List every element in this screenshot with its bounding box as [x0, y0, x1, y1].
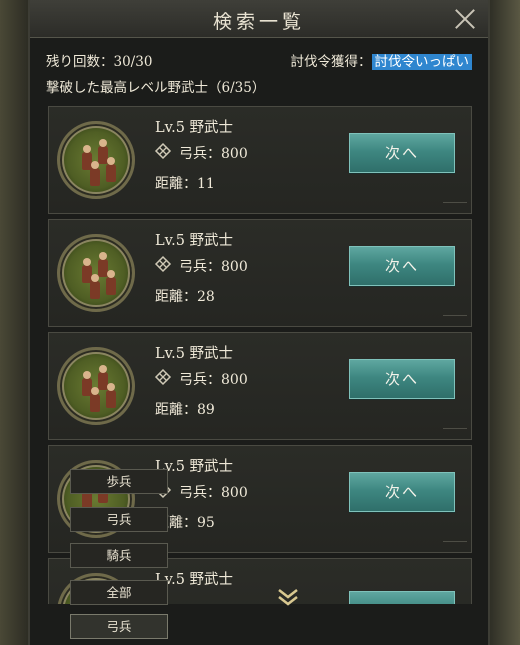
- panel-title: 検索一覧: [212, 11, 305, 33]
- bow-unit-icon: [154, 255, 172, 273]
- remaining-count: 残り回数：30/30: [46, 54, 153, 70]
- enemy-level: Lv.5 野武士: [155, 233, 234, 249]
- list-item: Lv.5 野武士 弓兵：800 距離：11 次へ: [48, 106, 472, 214]
- bandit-avatar: [57, 121, 135, 199]
- best-defeated-level: 撃破した最高レベル野武士（6/35）: [46, 80, 266, 96]
- corner-ornament: [443, 202, 467, 210]
- next-button[interactable]: 次へ: [349, 246, 455, 286]
- bandit-avatar: [57, 347, 135, 425]
- filter-option-archer[interactable]: 弓兵: [70, 507, 168, 532]
- background-left: [0, 0, 28, 645]
- distance: 距離：11: [155, 176, 215, 192]
- corner-ornament: [443, 315, 467, 323]
- next-button[interactable]: [349, 591, 455, 604]
- list-item: Lv.5 野武士 弓兵：800 距離：89 次へ: [48, 332, 472, 440]
- troop-count: 弓兵：800: [179, 146, 248, 162]
- token-value: 討伐令いっぱい: [371, 54, 472, 70]
- bandit-avatar: [57, 234, 135, 312]
- filter-option-cavalry[interactable]: 騎兵: [70, 543, 168, 568]
- troop-count: 弓兵：800: [179, 259, 248, 275]
- token-label: 討伐令獲得：: [290, 54, 372, 70]
- distance: 距離：28: [155, 289, 215, 305]
- background-right: [490, 0, 520, 645]
- close-icon[interactable]: [454, 8, 476, 30]
- troop-count: 弓兵：800: [179, 485, 248, 501]
- distance: 距離：89: [155, 402, 215, 418]
- corner-ornament: [443, 541, 467, 549]
- double-chevron-down-icon[interactable]: [276, 588, 300, 606]
- troop-count: 弓兵：800: [179, 372, 248, 388]
- list-item: Lv.5 野武士 弓兵：800 距離：28 次へ: [48, 219, 472, 327]
- filter-option-infantry[interactable]: 歩兵: [70, 469, 168, 494]
- next-button[interactable]: 次へ: [349, 133, 455, 173]
- token-status: 討伐令獲得： 討伐令いっぱい: [290, 50, 472, 70]
- title-bar: 検索一覧: [30, 0, 488, 38]
- list-item: Lv.5 野武士 弓兵：800 距離：95 次へ: [48, 445, 472, 553]
- bow-unit-icon: [154, 142, 172, 160]
- enemy-level: Lv.5 野武士: [155, 346, 234, 362]
- filter-option-all[interactable]: 全部: [70, 580, 168, 605]
- enemy-level: Lv.5 野武士: [155, 120, 234, 136]
- corner-ornament: [443, 428, 467, 436]
- next-button[interactable]: 次へ: [349, 472, 455, 512]
- filter-selected[interactable]: 弓兵: [70, 614, 168, 639]
- next-button[interactable]: 次へ: [349, 359, 455, 399]
- bow-unit-icon: [154, 368, 172, 386]
